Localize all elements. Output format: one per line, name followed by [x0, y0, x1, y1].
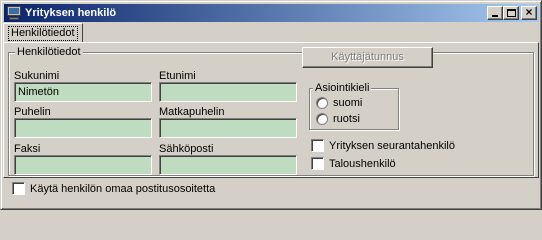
mobile-field[interactable]	[159, 118, 297, 138]
fax-field[interactable]	[14, 155, 152, 175]
person-details-legend: Henkilötiedot	[15, 46, 83, 58]
person-details-group: Henkilötiedot Sukunimi Nimetön Etunimi P…	[8, 46, 534, 176]
email-field[interactable]	[159, 155, 297, 175]
checkbox-icon	[311, 157, 324, 170]
app-window-icon	[6, 6, 22, 20]
lastname-field[interactable]: Nimetön	[14, 82, 152, 102]
radio-ruotsi[interactable]: ruotsi	[316, 113, 360, 125]
tab-panel: Henkilötiedot Sukunimi Nimetön Etunimi P…	[3, 42, 539, 195]
title-bar[interactable]: Yrityksen henkilö ×	[4, 4, 539, 22]
language-legend: Asiointikieli	[313, 82, 372, 94]
tab-label: Henkilötiedot	[8, 26, 78, 41]
company-tracking-person-label: Yrityksen seurantahenkilö	[329, 139, 455, 152]
finance-person-checkbox[interactable]: Taloushenkilö	[311, 157, 396, 170]
finance-person-label: Taloushenkilö	[329, 157, 396, 170]
company-tracking-person-checkbox[interactable]: Yrityksen seurantahenkilö	[311, 139, 455, 152]
maximize-button[interactable]	[503, 6, 519, 20]
minimize-button[interactable]	[487, 6, 503, 20]
use-own-postal-address-label: Käytä henkilön omaa postitusosoitetta	[30, 182, 216, 195]
tab-henkilotiedot[interactable]: Henkilötiedot	[3, 23, 83, 43]
radio-ruotsi-label: ruotsi	[333, 113, 360, 125]
close-icon: ×	[525, 5, 533, 19]
radio-circle-icon	[316, 113, 328, 125]
minimize-icon	[492, 15, 498, 17]
language-group: Asiointikieli suomi ruotsi	[309, 82, 399, 130]
maximize-icon	[507, 9, 516, 17]
username-button[interactable]: Käyttäjätunnus	[302, 47, 433, 68]
radio-suomi[interactable]: suomi	[316, 97, 362, 109]
firstname-field[interactable]	[159, 82, 297, 102]
person-window: Yrityksen henkilö × Henkilötiedot Henkil…	[0, 0, 542, 210]
close-button[interactable]: ×	[521, 5, 537, 20]
radio-suomi-label: suomi	[333, 97, 363, 109]
use-own-postal-address-checkbox[interactable]: Käytä henkilön omaa postitusosoitetta	[12, 182, 215, 195]
radio-circle-icon	[316, 97, 328, 109]
checkbox-icon	[311, 139, 324, 152]
phone-field[interactable]	[14, 118, 152, 138]
checkbox-icon	[12, 182, 25, 195]
window-title: Yrityksen henkilö	[25, 7, 117, 19]
